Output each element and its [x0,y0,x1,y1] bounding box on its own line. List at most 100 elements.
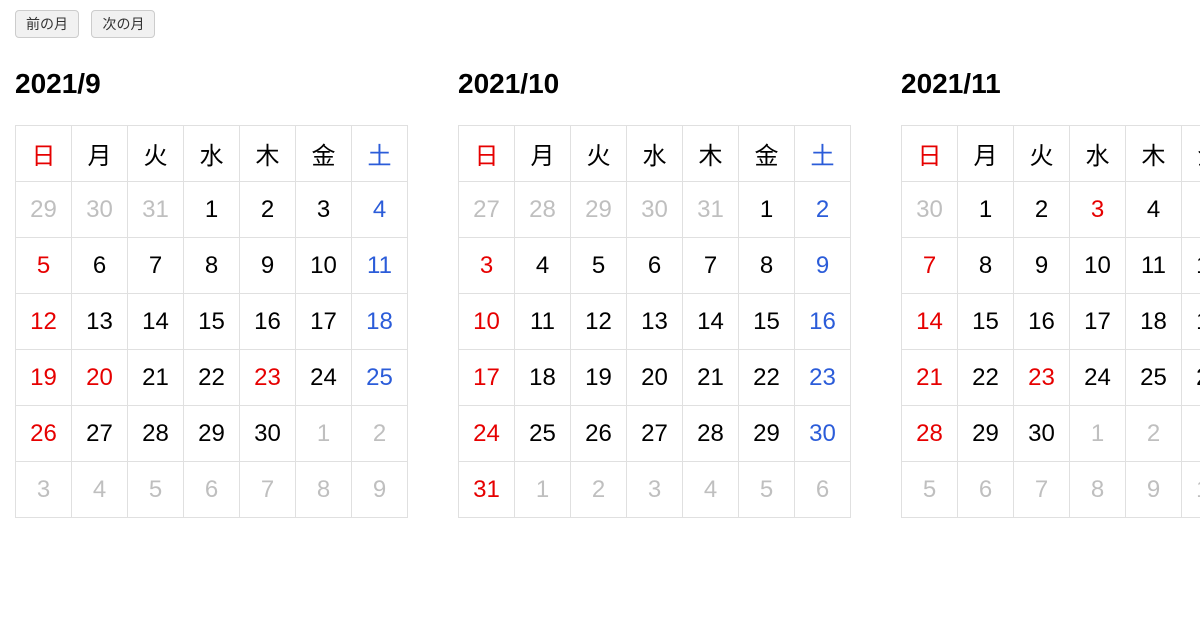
calendar-day-cell[interactable]: 25 [352,350,408,406]
calendar-day-cell[interactable]: 5 [739,462,795,518]
calendar-day-cell[interactable]: 6 [795,462,851,518]
calendar-day-cell[interactable]: 29 [184,406,240,462]
calendar-day-cell[interactable]: 15 [958,294,1014,350]
calendar-day-cell[interactable]: 21 [128,350,184,406]
calendar-day-cell[interactable]: 31 [683,182,739,238]
prev-month-button[interactable]: 前の月 [15,10,79,38]
calendar-day-cell[interactable]: 29 [16,182,72,238]
calendar-day-cell[interactable]: 27 [627,406,683,462]
calendar-day-cell[interactable]: 8 [739,238,795,294]
calendar-day-cell[interactable]: 19 [1182,294,1200,350]
calendar-day-cell[interactable]: 16 [1014,294,1070,350]
calendar-day-cell[interactable]: 1 [515,462,571,518]
calendar-day-cell[interactable]: 7 [902,238,958,294]
calendar-day-cell[interactable]: 17 [1070,294,1126,350]
calendar-day-cell[interactable]: 8 [184,238,240,294]
calendar-day-cell[interactable]: 7 [1014,462,1070,518]
calendar-day-cell[interactable]: 7 [128,238,184,294]
calendar-day-cell[interactable]: 23 [1014,350,1070,406]
calendar-day-cell[interactable]: 29 [571,182,627,238]
calendar-day-cell[interactable]: 2 [795,182,851,238]
calendar-day-cell[interactable]: 27 [459,182,515,238]
calendar-day-cell[interactable]: 3 [16,462,72,518]
calendar-day-cell[interactable]: 5 [16,238,72,294]
calendar-day-cell[interactable]: 8 [958,238,1014,294]
calendar-day-cell[interactable]: 9 [1126,462,1182,518]
calendar-day-cell[interactable]: 1 [1070,406,1126,462]
calendar-day-cell[interactable]: 28 [683,406,739,462]
calendar-day-cell[interactable]: 13 [72,294,128,350]
calendar-day-cell[interactable]: 3 [1070,182,1126,238]
calendar-day-cell[interactable]: 4 [352,182,408,238]
calendar-day-cell[interactable]: 11 [1126,238,1182,294]
calendar-day-cell[interactable]: 12 [571,294,627,350]
calendar-day-cell[interactable]: 4 [1126,182,1182,238]
calendar-day-cell[interactable]: 8 [1070,462,1126,518]
calendar-day-cell[interactable]: 22 [739,350,795,406]
calendar-day-cell[interactable]: 2 [240,182,296,238]
calendar-day-cell[interactable]: 11 [352,238,408,294]
calendar-day-cell[interactable]: 3 [459,238,515,294]
calendar-day-cell[interactable]: 15 [739,294,795,350]
calendar-day-cell[interactable]: 18 [515,350,571,406]
calendar-day-cell[interactable]: 28 [515,182,571,238]
calendar-day-cell[interactable]: 5 [902,462,958,518]
calendar-day-cell[interactable]: 25 [1126,350,1182,406]
calendar-day-cell[interactable]: 16 [795,294,851,350]
calendar-day-cell[interactable]: 5 [1182,182,1200,238]
calendar-day-cell[interactable]: 2 [352,406,408,462]
calendar-day-cell[interactable]: 12 [16,294,72,350]
calendar-day-cell[interactable]: 22 [958,350,1014,406]
calendar-day-cell[interactable]: 18 [352,294,408,350]
calendar-day-cell[interactable]: 13 [627,294,683,350]
calendar-day-cell[interactable]: 5 [128,462,184,518]
calendar-day-cell[interactable]: 24 [1070,350,1126,406]
calendar-day-cell[interactable]: 31 [459,462,515,518]
calendar-day-cell[interactable]: 21 [902,350,958,406]
calendar-day-cell[interactable]: 22 [184,350,240,406]
calendar-day-cell[interactable]: 8 [296,462,352,518]
calendar-day-cell[interactable]: 4 [683,462,739,518]
calendar-day-cell[interactable]: 24 [296,350,352,406]
calendar-day-cell[interactable]: 7 [683,238,739,294]
calendar-day-cell[interactable]: 4 [515,238,571,294]
calendar-day-cell[interactable]: 18 [1126,294,1182,350]
calendar-day-cell[interactable]: 27 [72,406,128,462]
calendar-day-cell[interactable]: 17 [296,294,352,350]
calendar-day-cell[interactable]: 16 [240,294,296,350]
calendar-day-cell[interactable]: 7 [240,462,296,518]
calendar-day-cell[interactable]: 15 [184,294,240,350]
calendar-day-cell[interactable]: 2 [1126,406,1182,462]
calendar-day-cell[interactable]: 6 [627,238,683,294]
calendar-day-cell[interactable]: 19 [571,350,627,406]
calendar-day-cell[interactable]: 21 [683,350,739,406]
calendar-day-cell[interactable]: 9 [795,238,851,294]
calendar-day-cell[interactable]: 20 [72,350,128,406]
calendar-day-cell[interactable]: 23 [795,350,851,406]
calendar-day-cell[interactable]: 1 [739,182,795,238]
calendar-day-cell[interactable]: 24 [459,406,515,462]
calendar-day-cell[interactable]: 1 [296,406,352,462]
calendar-day-cell[interactable]: 19 [16,350,72,406]
calendar-day-cell[interactable]: 1 [958,182,1014,238]
calendar-day-cell[interactable]: 29 [739,406,795,462]
calendar-day-cell[interactable]: 9 [240,238,296,294]
calendar-day-cell[interactable]: 3 [627,462,683,518]
calendar-day-cell[interactable]: 11 [515,294,571,350]
calendar-day-cell[interactable]: 10 [1070,238,1126,294]
calendar-day-cell[interactable]: 12 [1182,238,1200,294]
calendar-day-cell[interactable]: 3 [1182,406,1200,462]
calendar-day-cell[interactable]: 26 [571,406,627,462]
calendar-day-cell[interactable]: 30 [240,406,296,462]
calendar-day-cell[interactable]: 26 [16,406,72,462]
calendar-day-cell[interactable]: 9 [1014,238,1070,294]
calendar-day-cell[interactable]: 29 [958,406,1014,462]
calendar-day-cell[interactable]: 10 [459,294,515,350]
calendar-day-cell[interactable]: 30 [627,182,683,238]
calendar-day-cell[interactable]: 10 [1182,462,1200,518]
calendar-day-cell[interactable]: 14 [128,294,184,350]
calendar-day-cell[interactable]: 20 [627,350,683,406]
calendar-day-cell[interactable]: 4 [72,462,128,518]
calendar-day-cell[interactable]: 6 [958,462,1014,518]
calendar-day-cell[interactable]: 1 [184,182,240,238]
